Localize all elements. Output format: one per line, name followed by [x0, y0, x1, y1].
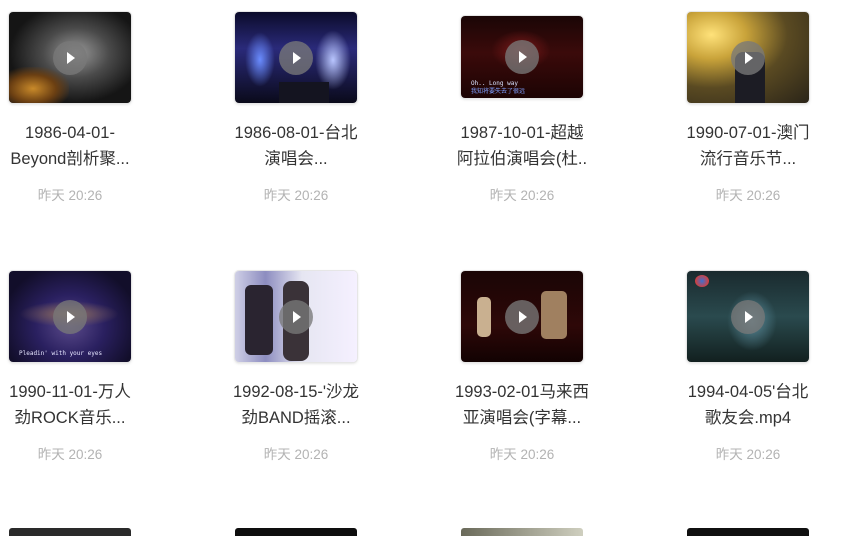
file-time: 昨天 20:26: [715, 188, 781, 203]
video-thumbnail[interactable]: [461, 271, 583, 362]
video-subtitle: Pleadin' with your eyes: [19, 350, 103, 357]
file-name[interactable]: 1993-02-01马来西 亚演唱会(字幕...: [422, 379, 622, 431]
video-subtitle: Oh.. Long way: [471, 80, 518, 87]
file-name[interactable]: 1986-04-01- Beyond剖析聚...: [0, 120, 170, 172]
file-grid: 1986-04-01- Beyond剖析聚... 昨天 20:26 1986-08…: [0, 0, 855, 536]
file-name[interactable]: 1994-04-05'台北 歌友会.mp4: [648, 379, 848, 431]
video-thumbnail[interactable]: [235, 528, 357, 536]
file-time: 昨天 20:26: [263, 447, 329, 462]
file-name[interactable]: 1987-10-01-超越 阿拉伯演唱会(杜..: [422, 120, 622, 172]
play-icon[interactable]: [279, 40, 313, 75]
video-thumbnail[interactable]: [687, 271, 809, 362]
play-icon[interactable]: [53, 299, 87, 334]
file-name[interactable]: 1986-08-01-台北 演唱会...: [196, 120, 396, 172]
video-thumbnail[interactable]: Oh.. Long way 我知将要失去了很远: [461, 16, 583, 98]
video-thumbnail[interactable]: [687, 12, 809, 103]
video-thumbnail[interactable]: [9, 528, 131, 536]
play-icon[interactable]: [53, 40, 87, 75]
play-icon[interactable]: [731, 299, 765, 334]
video-thumbnail[interactable]: [461, 528, 583, 536]
file-time: 昨天 20:26: [489, 188, 555, 203]
video-thumbnail[interactable]: [235, 271, 357, 362]
file-time: 昨天 20:26: [489, 447, 555, 462]
video-subtitle: 我知将要失去了很远: [471, 88, 526, 95]
file-time: 昨天 20:26: [263, 188, 329, 203]
play-icon[interactable]: [279, 299, 313, 334]
file-time: 昨天 20:26: [37, 188, 103, 203]
video-thumbnail[interactable]: [235, 12, 357, 103]
play-icon[interactable]: [731, 40, 765, 75]
file-name[interactable]: 1992-08-15-'沙龙 劲BAND摇滚...: [196, 379, 396, 431]
file-time: 昨天 20:26: [37, 447, 103, 462]
video-thumbnail[interactable]: [9, 12, 131, 103]
play-icon[interactable]: [505, 40, 539, 74]
video-thumbnail[interactable]: Pleadin' with your eyes: [9, 271, 131, 362]
play-icon[interactable]: [505, 299, 539, 334]
video-thumbnail[interactable]: [687, 528, 809, 536]
file-name[interactable]: 1990-11-01-万人 劲ROCK音乐...: [0, 379, 170, 431]
file-name[interactable]: 1990-07-01-澳门 流行音乐节...: [648, 120, 848, 172]
file-time: 昨天 20:26: [715, 447, 781, 462]
